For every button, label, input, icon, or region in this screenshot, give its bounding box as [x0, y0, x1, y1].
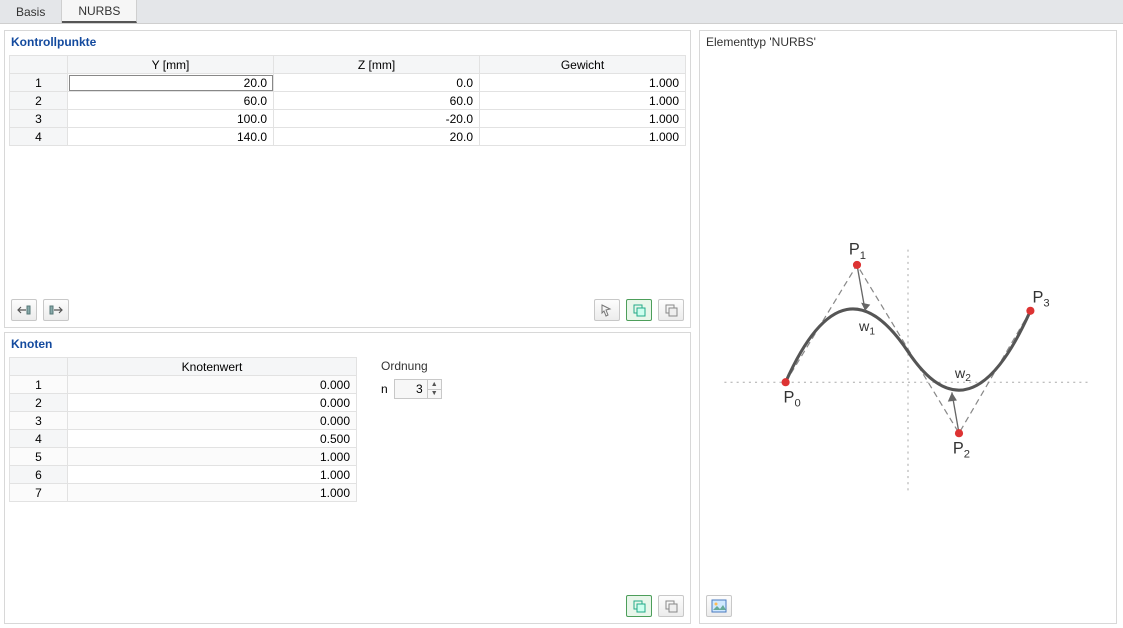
row-header[interactable]: 4 [10, 128, 68, 146]
svg-text:P1: P1 [849, 241, 866, 262]
insert-before-icon [17, 304, 31, 316]
spinner-down-icon[interactable]: ▼ [428, 390, 441, 399]
svg-text:P3: P3 [1032, 289, 1049, 310]
row-header[interactable]: 3 [10, 412, 68, 430]
ordnung-label: Ordnung [381, 359, 442, 373]
insert-row-before-button[interactable] [11, 299, 37, 321]
col-header-z[interactable]: Z [mm] [274, 56, 480, 74]
ordnung-group: Ordnung n ▲ ▼ [381, 357, 442, 502]
tab-basis[interactable]: Basis [0, 0, 62, 23]
cell-y[interactable]: 60.0 [68, 92, 274, 110]
svg-text:w2: w2 [954, 366, 971, 384]
col-header-weight[interactable]: Gewicht [480, 56, 686, 74]
cell-w[interactable]: 1.000 [480, 92, 686, 110]
n-label: n [381, 382, 388, 396]
tab-nurbs[interactable]: NURBS [62, 0, 137, 23]
nurbs-preview-svg: P0 P1 P2 P3 w1 w2 [704, 55, 1112, 587]
cell-knotenwert[interactable]: 0.500 [68, 430, 357, 448]
cell-knotenwert[interactable]: 0.000 [68, 376, 357, 394]
table-knoten: Knotenwert 10.000 20.000 30.000 40.500 5… [9, 357, 357, 502]
row-header[interactable]: 2 [10, 394, 68, 412]
cell-knotenwert[interactable]: 1.000 [68, 484, 357, 502]
row-header[interactable]: 6 [10, 466, 68, 484]
cell-w[interactable]: 1.000 [480, 74, 686, 92]
insert-row-after-button[interactable] [43, 299, 69, 321]
insert-after-icon [49, 304, 63, 316]
panel-elementtyp: Elementtyp 'NURBS' [699, 30, 1117, 624]
pick-icon [600, 303, 614, 317]
image-options-button[interactable] [706, 595, 732, 617]
col-header-knotenwert[interactable]: Knotenwert [68, 358, 357, 376]
cell-y[interactable]: 100.0 [68, 110, 274, 128]
cell-z[interactable]: 0.0 [274, 74, 480, 92]
panel-title-kontrollpunkte: Kontrollpunkte [5, 31, 690, 55]
row-header[interactable]: 3 [10, 110, 68, 128]
table-kontrollpunkte: Y [mm] Z [mm] Gewicht 1 20.0 0.0 1.000 [9, 55, 686, 146]
cell-y[interactable]: 20.0 [68, 74, 274, 92]
cell-w[interactable]: 1.000 [480, 110, 686, 128]
row-header[interactable]: 5 [10, 448, 68, 466]
n-input[interactable] [395, 380, 427, 398]
cell-knotenwert[interactable]: 0.000 [68, 412, 357, 430]
cell-knotenwert[interactable]: 1.000 [68, 466, 357, 484]
cell-z[interactable]: 60.0 [274, 92, 480, 110]
row-header[interactable]: 1 [10, 74, 68, 92]
panel-kontrollpunkte: Kontrollpunkte Y [mm] Z [mm] [4, 30, 691, 328]
col-header-index[interactable] [10, 358, 68, 376]
paste-icon [664, 303, 678, 317]
cell-w[interactable]: 1.000 [480, 128, 686, 146]
panel-title-elementtyp: Elementtyp 'NURBS' [700, 31, 1116, 55]
paste-button[interactable] [658, 299, 684, 321]
image-icon [711, 599, 727, 613]
tab-bar: Basis NURBS [0, 0, 1123, 24]
cell-knotenwert[interactable]: 0.000 [68, 394, 357, 412]
cell-y[interactable]: 140.0 [68, 128, 274, 146]
copy-button[interactable] [626, 299, 652, 321]
col-header-y[interactable]: Y [mm] [68, 56, 274, 74]
paste-icon [664, 599, 678, 613]
row-header[interactable]: 2 [10, 92, 68, 110]
cell-z[interactable]: 20.0 [274, 128, 480, 146]
n-spinner[interactable]: ▲ ▼ [394, 379, 442, 399]
spinner-up-icon[interactable]: ▲ [428, 380, 441, 390]
row-header[interactable]: 4 [10, 430, 68, 448]
panel-title-knoten: Knoten [5, 333, 690, 357]
paste-button[interactable] [658, 595, 684, 617]
svg-text:P0: P0 [784, 389, 801, 410]
pick-button[interactable] [594, 299, 620, 321]
copy-button[interactable] [626, 595, 652, 617]
svg-text:P2: P2 [953, 440, 970, 461]
panel-knoten: Knoten Knotenwert 10.000 20.00 [4, 332, 691, 624]
copy-icon [632, 599, 646, 613]
cell-knotenwert[interactable]: 1.000 [68, 448, 357, 466]
copy-icon [632, 303, 646, 317]
row-header[interactable]: 1 [10, 376, 68, 394]
row-header[interactable]: 7 [10, 484, 68, 502]
col-header-index[interactable] [10, 56, 68, 74]
cell-z[interactable]: -20.0 [274, 110, 480, 128]
svg-text:w1: w1 [858, 319, 875, 337]
